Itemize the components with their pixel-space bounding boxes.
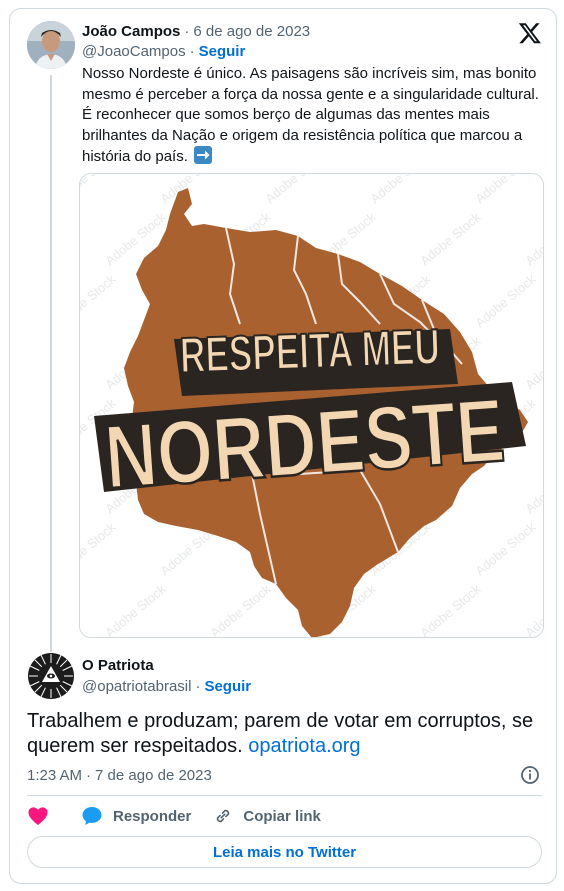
info-icon[interactable] xyxy=(520,765,540,785)
quoted-tweet-date[interactable]: 6 de ago de 2023 xyxy=(193,23,310,40)
main-author-handle[interactable]: @opatriotabrasil xyxy=(82,678,191,695)
separator-dot: · xyxy=(195,677,201,695)
main-handle-row: @opatriotabrasil · Seguir xyxy=(82,676,251,696)
like-button[interactable] xyxy=(27,806,59,826)
copy-link-button[interactable]: Copiar link xyxy=(213,806,321,826)
reply-label: Responder xyxy=(113,807,192,825)
x-logo-icon[interactable] xyxy=(518,21,542,45)
avatar-o-patriota[interactable] xyxy=(27,652,75,700)
tweet-timestamp[interactable]: 1:23 AM · 7 de ago de 2023 xyxy=(27,765,212,785)
main-tweet-text: Trabalhem e produzam; parem de votar em … xyxy=(27,709,547,758)
media-line1-text: RESPEITA MEU xyxy=(179,318,441,383)
avatar-joao-campos[interactable] xyxy=(27,21,75,69)
tweet-date: 7 de ago de 2023 xyxy=(95,766,212,784)
speech-bubble-icon xyxy=(82,807,102,825)
read-more-button[interactable]: Leia mais no Twitter xyxy=(27,836,542,868)
reply-button[interactable]: Responder xyxy=(81,806,191,826)
follow-patriota-button[interactable]: Seguir xyxy=(204,678,251,695)
heart-icon xyxy=(28,807,48,826)
separator-dot: · xyxy=(86,766,92,784)
tweet-card: João Campos · 6 de ago de 2023 @JoaoCamp… xyxy=(9,8,557,884)
tweet-time: 1:23 AM xyxy=(27,766,83,784)
quoted-author-row: João Campos · 6 de ago de 2023 xyxy=(82,21,310,41)
main-author-name[interactable]: O Patriota xyxy=(82,657,154,674)
tweet-media-image[interactable]: Adobe Stock Adobe Stock Adobe Stock Adobe S… xyxy=(79,173,544,638)
divider xyxy=(27,795,542,796)
thread-line xyxy=(50,75,52,657)
tweet-link[interactable]: opatriota.org xyxy=(248,735,360,757)
quoted-tweet-body: Nosso Nordeste é único. As paisagens são… xyxy=(82,65,539,165)
quoted-author-name[interactable]: João Campos xyxy=(82,23,180,40)
separator-dot: · xyxy=(189,42,195,60)
quoted-tweet-text: Nosso Nordeste é único. As paisagens são… xyxy=(82,64,552,168)
quoted-handle-row: @JoaoCampos · Seguir xyxy=(82,42,245,60)
follow-joao-button[interactable]: Seguir xyxy=(199,43,246,60)
main-author-row: O Patriota xyxy=(82,655,154,675)
link-icon xyxy=(217,809,230,823)
respeita-meu-text-art: RESPEITA MEU xyxy=(174,317,458,396)
arrow-right-emoji-icon xyxy=(194,146,213,164)
separator-dot: · xyxy=(184,22,190,40)
tweet-actions: Responder Copiar link xyxy=(27,805,343,827)
read-more-label: Leia mais no Twitter xyxy=(212,843,357,861)
quoted-author-handle[interactable]: @JoaoCampos xyxy=(82,43,186,60)
copy-link-label: Copiar link xyxy=(243,807,321,825)
